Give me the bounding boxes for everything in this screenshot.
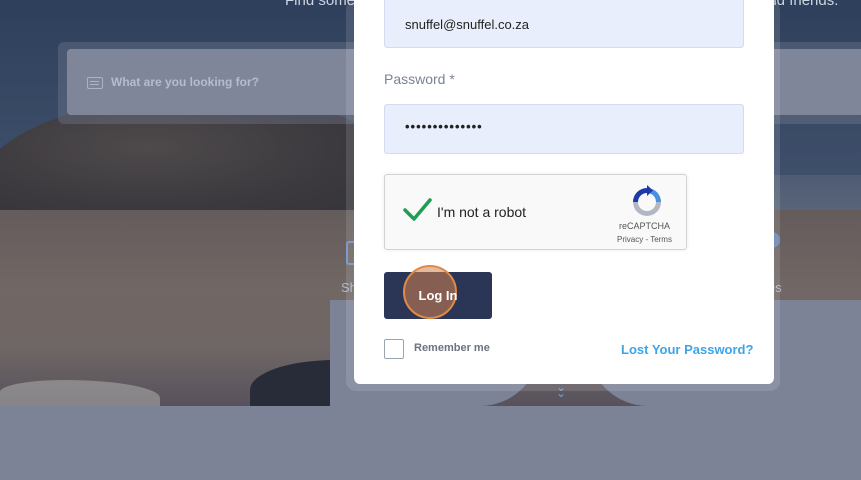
remember-me-label[interactable]: Remember me [414, 342, 490, 354]
recaptcha-label: I'm not a robot [437, 204, 527, 220]
recaptcha-brand: reCAPTCHA [619, 221, 671, 231]
lost-password-link[interactable]: Lost Your Password? [621, 342, 753, 357]
recaptcha-widget[interactable]: I'm not a robot reCAPTCHA Privacy - Term… [384, 174, 687, 250]
remember-me-checkbox[interactable] [384, 339, 404, 359]
search-placeholder: What are you looking for? [111, 75, 260, 89]
page-lower-section [0, 406, 861, 480]
hero-text-left: Find some [285, 0, 356, 9]
recaptcha-logo-icon [633, 185, 661, 216]
password-label: Password * [384, 71, 455, 87]
recaptcha-links[interactable]: Privacy - Terms [617, 235, 672, 244]
keyboard-icon [87, 77, 103, 89]
email-field[interactable]: snuffel@snuffel.co.za [384, 0, 744, 48]
password-field[interactable]: •••••••••••••• [384, 104, 744, 154]
checkmark-icon[interactable] [402, 195, 432, 225]
login-button-label: Log In [418, 288, 458, 303]
